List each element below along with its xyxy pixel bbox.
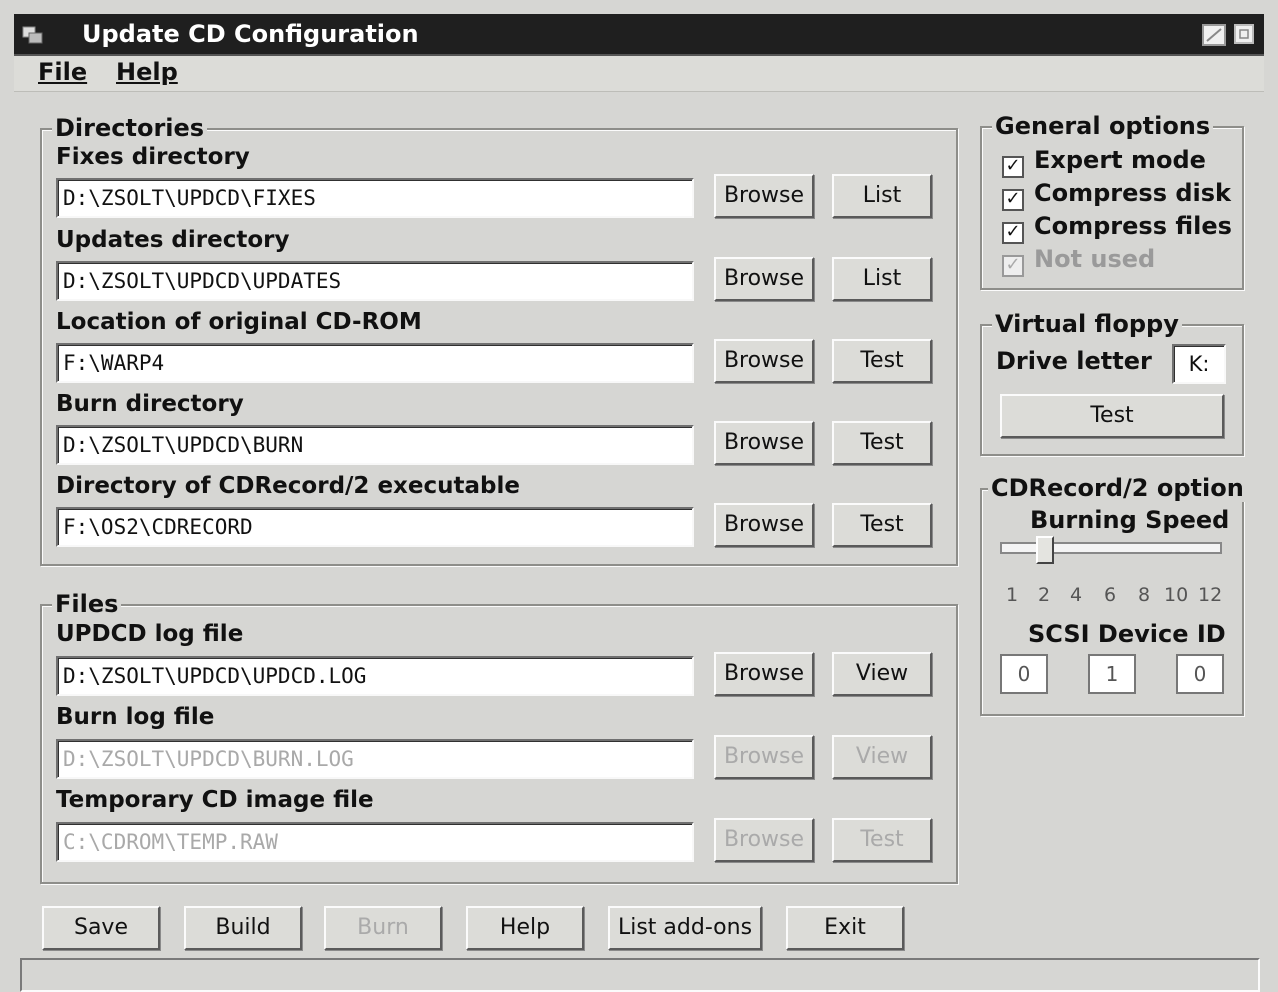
original-cdrom-field[interactable]: F:\WARP4: [56, 343, 694, 383]
general-options-legend: General options: [992, 112, 1214, 140]
burn-log-view-button: View: [832, 735, 932, 779]
speed-tick-label: 4: [1070, 584, 1083, 606]
updates-list-button[interactable]: List: [832, 257, 932, 301]
burn-log-label: Burn log file: [56, 704, 215, 730]
cdrecord-browse-button[interactable]: Browse: [714, 503, 814, 547]
updcd-log-field[interactable]: D:\ZSOLT\UPDCD\UPDCD.LOG: [56, 656, 694, 696]
help-button[interactable]: Help: [466, 906, 584, 950]
burning-speed-slider[interactable]: [1000, 542, 1222, 554]
compress-disk-checkbox[interactable]: ✓ Compress disk: [1002, 179, 1231, 211]
scsi-bus-field[interactable]: 0: [1000, 654, 1048, 694]
burn-directory-field[interactable]: D:\ZSOLT\UPDCD\BURN: [56, 425, 694, 465]
list-addons-button[interactable]: List add-ons: [608, 906, 762, 950]
updates-directory-field[interactable]: D:\ZSOLT\UPDCD\UPDATES: [56, 261, 694, 301]
menu-file[interactable]: File: [38, 58, 87, 86]
scsi-lun-field[interactable]: 0: [1176, 654, 1224, 694]
speed-tick-label: 8: [1138, 584, 1151, 606]
menu-bar: File Help: [14, 56, 1264, 92]
floppy-test-button[interactable]: Test: [1000, 394, 1224, 438]
maximize-button[interactable]: [1202, 24, 1226, 46]
fixes-browse-button[interactable]: Browse: [714, 174, 814, 218]
temp-image-label: Temporary CD image file: [56, 787, 374, 813]
updates-browse-button[interactable]: Browse: [714, 257, 814, 301]
burn-directory-label: Burn directory: [56, 391, 244, 417]
menu-help[interactable]: Help: [116, 58, 178, 86]
check-icon: ✓: [1002, 189, 1024, 211]
restore-icon: [1239, 29, 1249, 39]
burn-log-browse-button: Browse: [714, 735, 814, 779]
speed-tick-label: 10: [1164, 584, 1189, 606]
speed-tick-label: 6: [1104, 584, 1117, 606]
speed-tick-label: 1: [1006, 584, 1019, 606]
burning-speed-label: Burning Speed: [1030, 506, 1230, 534]
temp-image-field: C:\CDROM\TEMP.RAW: [56, 822, 694, 862]
original-cdrom-label: Location of original CD-ROM: [56, 309, 422, 335]
cdrecord-test-button[interactable]: Test: [832, 503, 932, 547]
drive-letter-field[interactable]: K:: [1172, 344, 1226, 384]
expert-mode-checkbox[interactable]: ✓ Expert mode: [1002, 146, 1206, 178]
not-used-checkbox: ✓ Not used: [1002, 245, 1155, 277]
scsi-target-field[interactable]: 1: [1088, 654, 1136, 694]
temp-image-test-button: Test: [832, 818, 932, 862]
burning-speed-slider-thumb[interactable]: [1036, 536, 1054, 564]
build-button[interactable]: Build: [184, 906, 302, 950]
drive-letter-label: Drive letter: [996, 347, 1152, 375]
fixes-directory-label: Fixes directory: [56, 144, 250, 170]
restore-button[interactable]: [1234, 24, 1254, 44]
burn-button: Burn: [324, 906, 442, 950]
cdrom-browse-button[interactable]: Browse: [714, 339, 814, 383]
cdrom-test-button[interactable]: Test: [832, 339, 932, 383]
speed-tick-label: 2: [1038, 584, 1051, 606]
temp-image-browse-button: Browse: [714, 818, 814, 862]
burn-browse-button[interactable]: Browse: [714, 421, 814, 465]
fixes-list-button[interactable]: List: [832, 174, 932, 218]
check-icon: ✓: [1002, 156, 1024, 178]
burn-log-field: D:\ZSOLT\UPDCD\BURN.LOG: [56, 739, 694, 779]
cdrecord-options-legend: CDRecord/2 option: [988, 474, 1247, 502]
cdrecord-directory-label: Directory of CDRecord/2 executable: [56, 473, 520, 499]
status-bar: [20, 958, 1260, 992]
updcd-log-browse-button[interactable]: Browse: [714, 652, 814, 696]
fixes-directory-field[interactable]: D:\ZSOLT\UPDCD\FIXES: [56, 178, 694, 218]
check-icon: ✓: [1002, 255, 1024, 277]
burn-test-button[interactable]: Test: [832, 421, 932, 465]
speed-tick-label: 12: [1198, 584, 1223, 606]
save-button[interactable]: Save: [42, 906, 160, 950]
updcd-log-label: UPDCD log file: [56, 621, 244, 647]
window-title: Update CD Configuration: [82, 20, 419, 48]
compress-files-checkbox[interactable]: ✓ Compress files: [1002, 212, 1232, 244]
scsi-device-id-label: SCSI Device ID: [1028, 620, 1226, 648]
app-icon[interactable]: [22, 24, 44, 46]
title-bar[interactable]: Update CD Configuration: [14, 14, 1264, 56]
directories-legend: Directories: [52, 114, 208, 142]
updates-directory-label: Updates directory: [56, 227, 290, 253]
check-icon: ✓: [1002, 222, 1024, 244]
maximize-icon: [1206, 28, 1222, 42]
files-legend: Files: [52, 590, 122, 618]
exit-button[interactable]: Exit: [786, 906, 904, 950]
virtual-floppy-legend: Virtual floppy: [992, 310, 1182, 338]
cdrecord-directory-field[interactable]: F:\OS2\CDRECORD: [56, 507, 694, 547]
updcd-log-view-button[interactable]: View: [832, 652, 932, 696]
